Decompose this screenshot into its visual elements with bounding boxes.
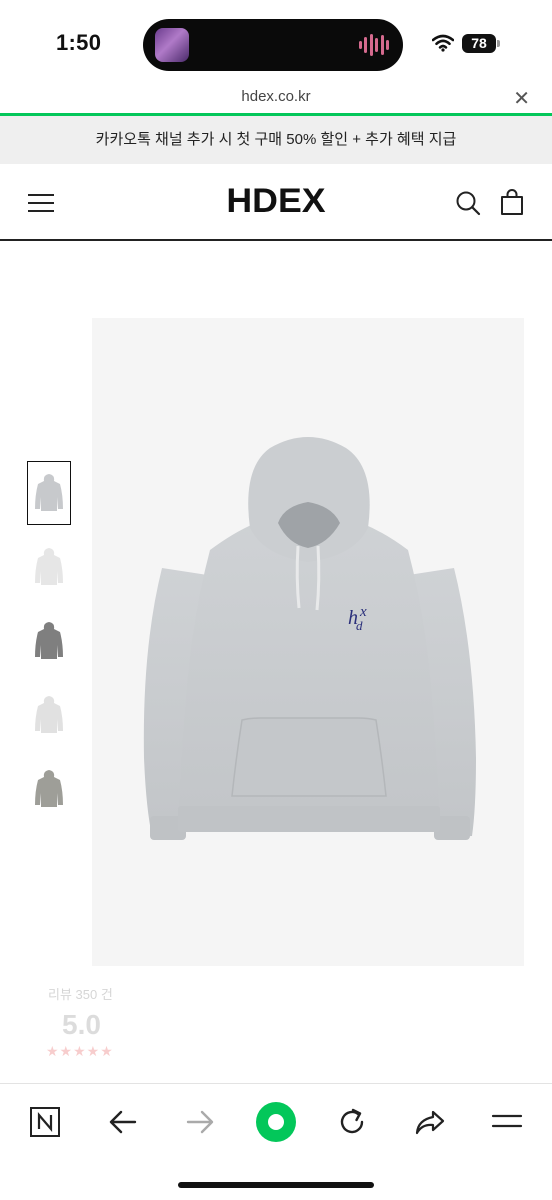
browser-url-bar[interactable]: hdex.co.kr ✕	[0, 84, 552, 116]
review-count: 리뷰 350 건	[48, 987, 113, 1002]
share-icon[interactable]	[410, 1102, 450, 1142]
rating-stars: ★★★★★	[46, 1043, 114, 1059]
forward-arrow-icon[interactable]	[180, 1102, 220, 1142]
rating-score: 5.0	[62, 1009, 101, 1040]
product-thumbnail[interactable]	[27, 535, 71, 599]
url-text[interactable]: hdex.co.kr	[0, 88, 552, 105]
hoodie-thumbnail-image	[35, 770, 63, 807]
battery-tip	[497, 40, 500, 47]
hoodie-thumbnail-image	[35, 696, 63, 733]
hoodie-image: h x d	[143, 437, 476, 840]
site-header: HDEX	[0, 164, 552, 241]
audio-waveform-icon	[359, 33, 389, 57]
hoodie-thumbnail-image	[35, 548, 63, 585]
status-bar: 1:50 78	[0, 0, 552, 84]
status-time: 1:50	[56, 30, 102, 55]
product-thumbnail[interactable]	[27, 683, 71, 747]
screen: 1:50 78 hdex.co.kr ✕ 카카오톡 채널 추가 시 첫 구매 5…	[0, 0, 552, 1200]
close-icon[interactable]: ✕	[513, 86, 530, 111]
naver-n-icon[interactable]	[25, 1102, 65, 1142]
product-thumbnails	[27, 461, 73, 831]
shopping-bag-icon[interactable]	[499, 188, 525, 216]
now-playing-artwork	[155, 28, 189, 62]
hoodie-thumbnail-image	[35, 622, 63, 659]
promo-banner[interactable]: 카카오톡 채널 추가 시 첫 구매 50% 할인 + 추가 혜택 지급	[0, 116, 552, 164]
search-icon[interactable]	[455, 190, 481, 216]
product-rating: 리뷰 350 건 5.0 ★★★★★	[40, 984, 160, 1060]
product-main-image[interactable]: h x d	[92, 318, 524, 966]
svg-text:d: d	[356, 618, 363, 633]
green-home-icon[interactable]	[254, 1100, 298, 1144]
reload-icon[interactable]	[332, 1102, 372, 1142]
product-thumbnail[interactable]	[27, 757, 71, 821]
wifi-icon	[432, 34, 454, 52]
back-arrow-icon[interactable]	[103, 1102, 143, 1142]
product-thumbnail[interactable]	[27, 609, 71, 673]
home-indicator[interactable]	[178, 1182, 374, 1188]
product-thumbnail[interactable]	[27, 461, 71, 525]
dynamic-island[interactable]	[143, 19, 403, 71]
battery-indicator: 78	[462, 34, 496, 53]
hoodie-thumbnail-image	[35, 474, 63, 511]
menu-icon[interactable]	[487, 1102, 527, 1142]
